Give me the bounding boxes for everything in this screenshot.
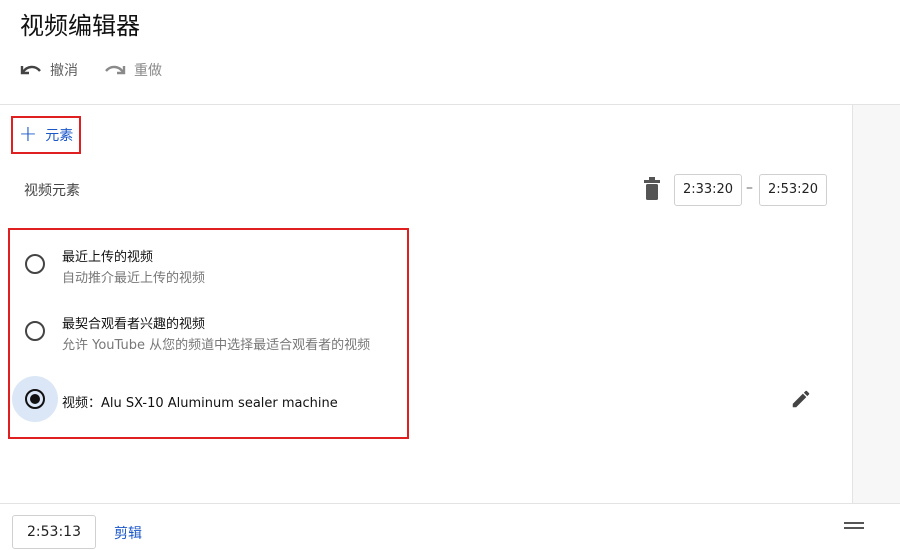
- side-panel: [852, 105, 900, 503]
- video-editor-page: 视频编辑器 撤消 重做 + 元素 视频元素 2:33:20 – 2:53:20: [0, 0, 900, 550]
- option-title-recent: 最近上传的视频: [62, 250, 154, 265]
- plus-icon: +: [18, 122, 38, 147]
- top-divider: [0, 104, 900, 105]
- menu-icon[interactable]: [844, 520, 864, 532]
- add-element-button[interactable]: + 元素: [11, 116, 81, 154]
- option-title-best: 最契合观看者兴趣的视频: [62, 317, 206, 332]
- trash-icon[interactable]: [642, 177, 662, 201]
- radio-specific-video[interactable]: [12, 376, 58, 422]
- redo-icon: [105, 65, 126, 75]
- current-time-input[interactable]: 2:53:13: [12, 515, 96, 549]
- radio-circle: [25, 321, 45, 341]
- option-title-video: 视频：Alu SX-10 Aluminum sealer machine: [62, 396, 338, 411]
- undo-icon: [20, 65, 41, 75]
- redo-label: 重做: [134, 63, 162, 79]
- bottom-divider: [0, 503, 900, 504]
- toolbar: 撤消 重做: [20, 60, 188, 80]
- radio-recent-upload[interactable]: [12, 241, 58, 287]
- pencil-icon[interactable]: [790, 388, 812, 410]
- undo-button[interactable]: 撤消: [20, 60, 78, 80]
- section-label: 视频元素: [24, 183, 80, 199]
- option-subtitle-recent: 自动推介最近上传的视频: [62, 271, 206, 286]
- page-title: 视频编辑器: [20, 12, 140, 40]
- trim-link[interactable]: 剪辑: [114, 523, 142, 543]
- start-time-input[interactable]: 2:33:20: [674, 174, 742, 206]
- end-time-input[interactable]: 2:53:20: [759, 174, 827, 206]
- option-subtitle-best: 允许 YouTube 从您的频道中选择最适合观看者的视频: [62, 338, 371, 353]
- add-element-label: 元素: [45, 128, 74, 144]
- undo-label: 撤消: [50, 63, 78, 79]
- radio-best-for-viewer[interactable]: [12, 308, 58, 354]
- radio-circle-selected: [25, 389, 45, 409]
- radio-circle: [25, 254, 45, 274]
- redo-button[interactable]: 重做: [104, 60, 162, 80]
- range-separator: –: [746, 180, 753, 196]
